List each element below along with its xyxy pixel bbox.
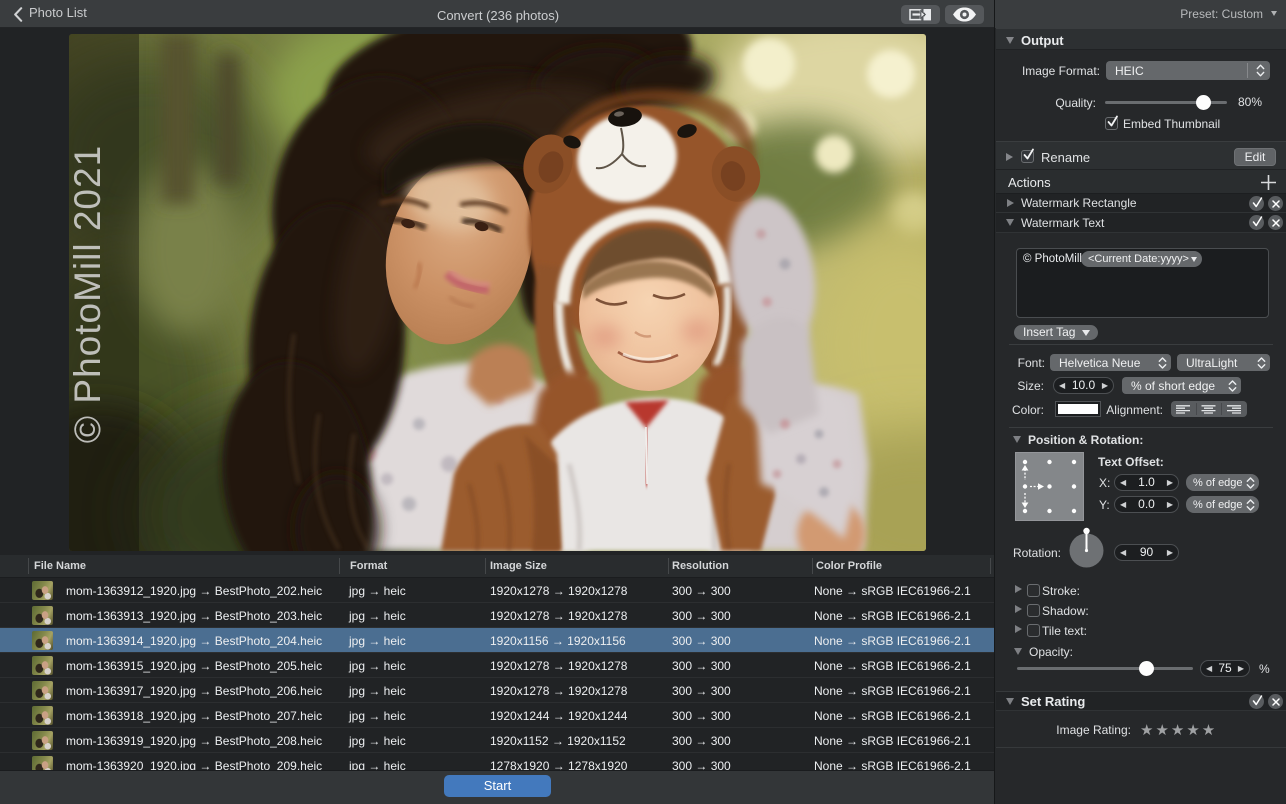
svg-text:© PhotoMill 2021: © PhotoMill 2021 (69, 145, 108, 443)
